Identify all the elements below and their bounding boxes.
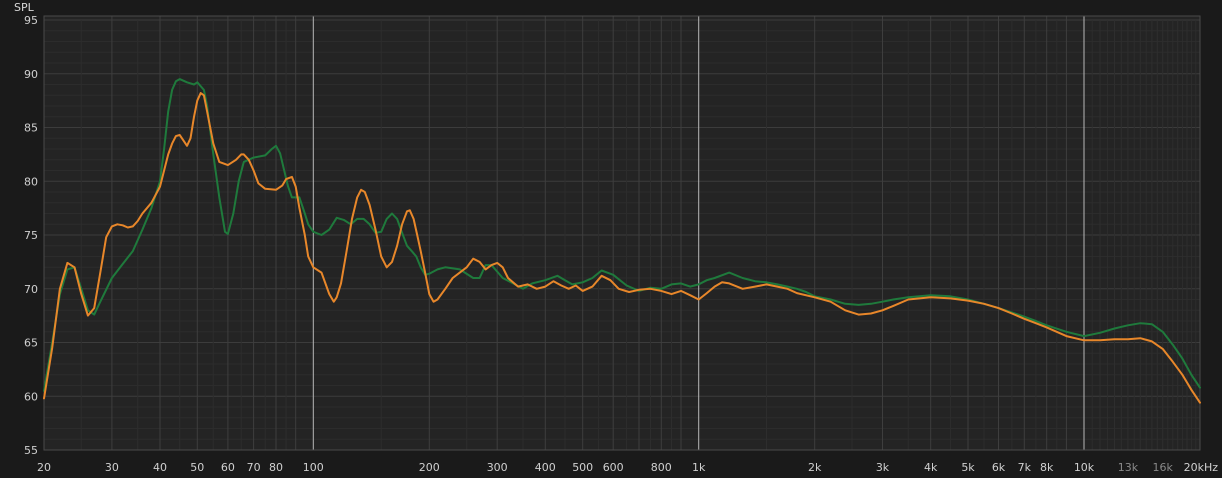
x-tick-label: 2k [808, 461, 822, 474]
x-tick-label: 300 [487, 461, 508, 474]
y-axis-label: SPL [14, 1, 35, 14]
frequency-response-chart: 95 90 85 80 75 70 65 60 55 20 30 40 50 60 70 80 100 200 30… [14, 1, 1219, 474]
y-tick-label: 75 [24, 229, 38, 242]
x-tick-label: 3k [876, 461, 890, 474]
plot-background [44, 16, 1200, 450]
x-tick-label: 6k [992, 461, 1006, 474]
x-tick-label: 10k [1074, 461, 1095, 474]
x-tick-label: 7k [1018, 461, 1032, 474]
y-tick-label: 65 [24, 337, 38, 350]
x-tick-label: 800 [651, 461, 672, 474]
x-tick-label: 5k [961, 461, 975, 474]
y-tick-label: 60 [24, 390, 38, 403]
x-tick-label: 600 [603, 461, 624, 474]
x-tick-label: 8k [1040, 461, 1054, 474]
x-tick-label: 200 [419, 461, 440, 474]
y-tick-label: 95 [24, 14, 38, 27]
x-tick-label: 100 [303, 461, 324, 474]
y-tick-label: 90 [24, 68, 38, 81]
x-tick-label: 13k [1118, 461, 1139, 474]
y-tick-label: 80 [24, 175, 38, 188]
x-tick-label: 30 [105, 461, 119, 474]
x-tick-label: 400 [535, 461, 556, 474]
x-tick-label: 40 [153, 461, 167, 474]
x-tick-label: 20 [37, 461, 51, 474]
x-tick-label: 16k [1153, 461, 1174, 474]
y-tick-label: 70 [24, 283, 38, 296]
y-tick-label: 55 [24, 444, 38, 457]
x-tick-label: 4k [924, 461, 938, 474]
x-tick-label: 20kHz [1184, 461, 1219, 474]
x-tick-label: 1k [692, 461, 706, 474]
x-tick-label: 70 [247, 461, 261, 474]
x-tick-label: 50 [190, 461, 204, 474]
x-tick-label: 80 [269, 461, 283, 474]
x-tick-label: 60 [221, 461, 235, 474]
y-tick-label: 85 [24, 122, 38, 135]
x-tick-label: 500 [572, 461, 593, 474]
